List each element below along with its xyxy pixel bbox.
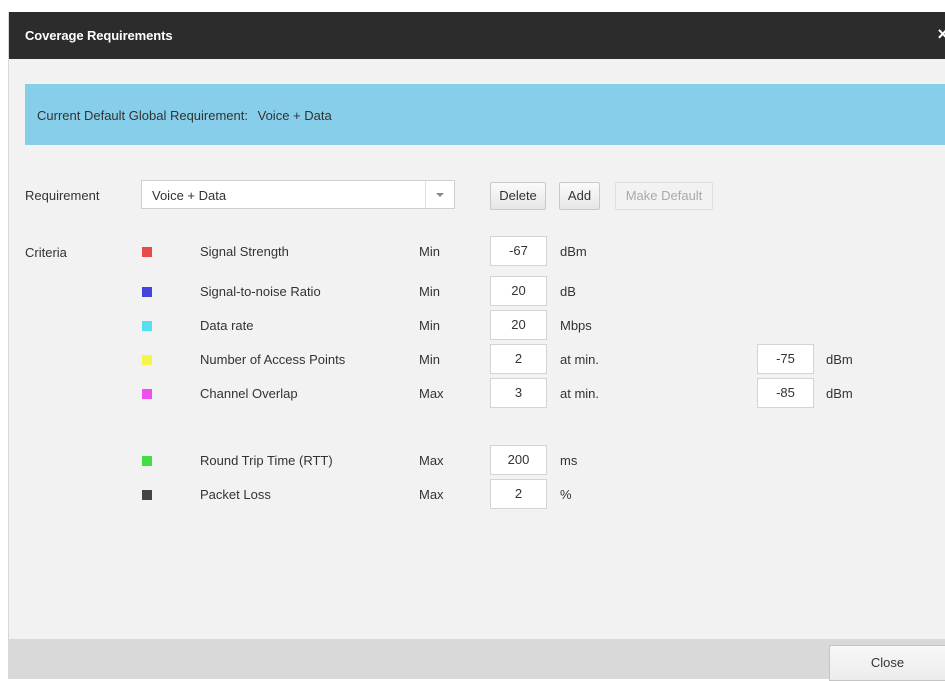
- criteria-unit: dB: [560, 284, 576, 299]
- color-swatch: [142, 456, 152, 466]
- color-swatch: [142, 247, 152, 257]
- criteria-unit: at min.: [560, 352, 600, 367]
- criteria-unit: dBm: [560, 244, 587, 259]
- criteria-name: Signal-to-noise Ratio: [200, 284, 321, 299]
- criteria-threshold-unit: dBm: [826, 352, 853, 367]
- color-swatch: [142, 321, 152, 331]
- criteria-value-input[interactable]: -67: [490, 236, 547, 266]
- criteria-name: Data rate: [200, 318, 254, 333]
- dialog-title: Coverage Requirements: [25, 28, 173, 43]
- criteria-name: Packet Loss: [200, 487, 271, 502]
- criteria-operator: Max: [419, 386, 444, 401]
- dialog-footer: [9, 639, 945, 679]
- criteria-value-input[interactable]: 20: [490, 310, 547, 340]
- criteria-value-input[interactable]: 2: [490, 479, 547, 509]
- criteria-row-rtt: Round Trip Time (RTT) Max 200 ms: [9, 445, 945, 475]
- criteria-unit: ms: [560, 453, 578, 468]
- criteria-row-packet-loss: Packet Loss Max 2 %: [9, 479, 945, 509]
- criteria-name: Round Trip Time (RTT): [200, 453, 333, 468]
- banner-label: Current Default Global Requirement:: [37, 108, 248, 123]
- criteria-threshold-input[interactable]: -85: [757, 378, 814, 408]
- criteria-operator: Min: [419, 284, 440, 299]
- coverage-requirements-dialog: Coverage Requirements × Current Default …: [8, 12, 945, 681]
- criteria-operator: Max: [419, 487, 444, 502]
- criteria-value-input[interactable]: 20: [490, 276, 547, 306]
- color-swatch: [142, 389, 152, 399]
- criteria-value-input[interactable]: 2: [490, 344, 547, 374]
- criteria-row-signal-strength: Signal Strength Min -67 dBm: [9, 236, 945, 266]
- chevron-down-icon[interactable]: [436, 193, 444, 197]
- select-divider: [425, 181, 426, 208]
- color-swatch: [142, 287, 152, 297]
- banner-value: Voice + Data: [257, 108, 332, 123]
- requirement-select[interactable]: Voice + Data: [141, 180, 455, 209]
- criteria-row-snr: Signal-to-noise Ratio Min 20 dB: [9, 276, 945, 306]
- criteria-operator: Min: [419, 244, 440, 259]
- criteria-unit: Mbps: [560, 318, 592, 333]
- criteria-unit: %: [560, 487, 572, 502]
- color-swatch: [142, 355, 152, 365]
- criteria-unit: at min.: [560, 386, 600, 401]
- delete-button[interactable]: Delete: [490, 182, 546, 210]
- criteria-threshold-input[interactable]: -75: [757, 344, 814, 374]
- default-requirement-banner: Current Default Global Requirement: Voic…: [25, 84, 945, 145]
- requirement-select-value: Voice + Data: [152, 188, 227, 203]
- criteria-operator: Min: [419, 352, 440, 367]
- close-icon[interactable]: ×: [937, 24, 945, 45]
- criteria-operator: Min: [419, 318, 440, 333]
- criteria-name: Number of Access Points: [200, 352, 346, 367]
- make-default-button: Make Default: [615, 182, 713, 210]
- requirement-label: Requirement: [25, 188, 100, 203]
- close-button[interactable]: Close: [829, 645, 945, 681]
- criteria-value-input[interactable]: 3: [490, 378, 547, 408]
- criteria-row-channel-overlap: Channel Overlap Max 3 at min. -85 dBm: [9, 378, 945, 408]
- criteria-row-data-rate: Data rate Min 20 Mbps: [9, 310, 945, 340]
- criteria-name: Signal Strength: [200, 244, 289, 259]
- color-swatch: [142, 490, 152, 500]
- add-button[interactable]: Add: [559, 182, 600, 210]
- criteria-operator: Max: [419, 453, 444, 468]
- dialog-titlebar: Coverage Requirements ×: [9, 12, 945, 59]
- criteria-value-input[interactable]: 200: [490, 445, 547, 475]
- criteria-row-access-points: Number of Access Points Min 2 at min. -7…: [9, 344, 945, 374]
- criteria-name: Channel Overlap: [200, 386, 298, 401]
- criteria-threshold-unit: dBm: [826, 386, 853, 401]
